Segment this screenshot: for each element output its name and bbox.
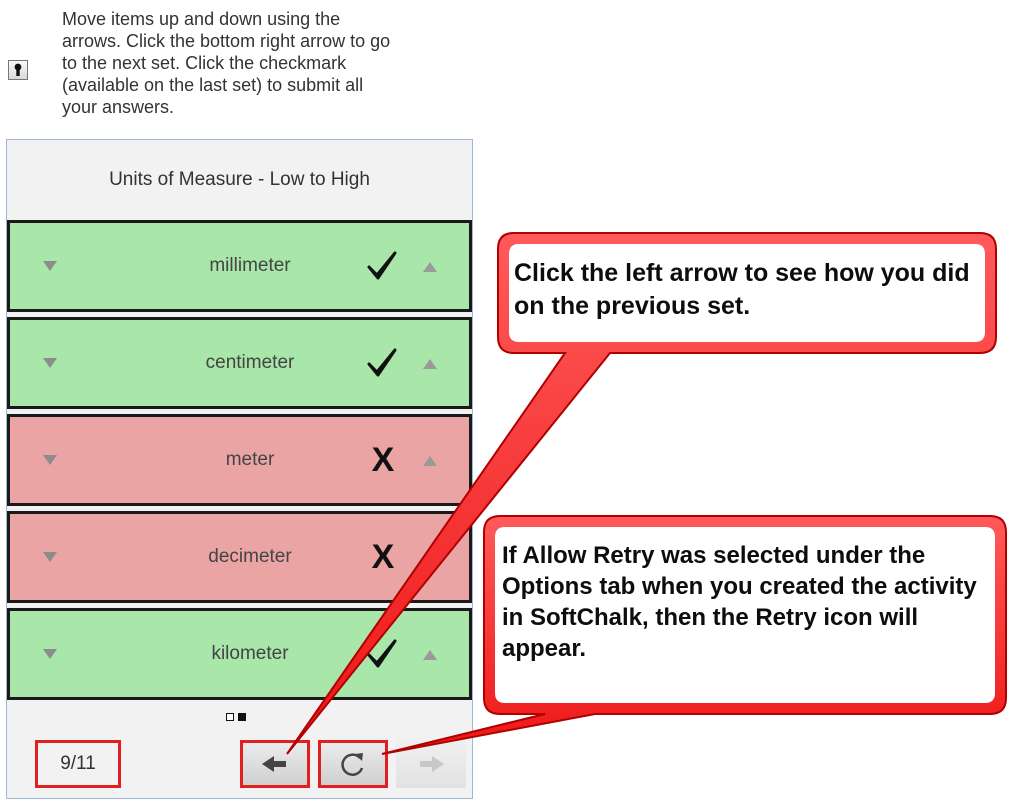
sortable-item[interactable]: decimeter X xyxy=(7,511,472,603)
right-arrow-icon xyxy=(420,756,444,772)
keyhole-icon xyxy=(8,60,28,80)
move-up-arrow-icon[interactable] xyxy=(423,650,437,660)
instructions-line: Move items up and down using the xyxy=(62,9,341,29)
checkmark-icon xyxy=(367,639,397,668)
move-down-arrow-icon[interactable] xyxy=(43,261,57,271)
retry-icon xyxy=(341,753,364,776)
move-up-arrow-icon[interactable] xyxy=(423,359,437,369)
item-label: centimeter xyxy=(205,352,295,373)
instructions-text: Move items up and down using the arrows.… xyxy=(62,8,482,118)
pager-dot-current[interactable] xyxy=(238,713,246,721)
item-label: millimeter xyxy=(209,255,291,276)
callout-previous-text: Click the left arrow to see how you did … xyxy=(514,259,970,320)
move-up-arrow-icon[interactable] xyxy=(423,456,437,466)
item-label: meter xyxy=(225,449,275,470)
item-label: kilometer xyxy=(211,643,289,664)
activity-title: Units of Measure - Low to High xyxy=(7,140,472,220)
set-pager xyxy=(226,713,246,725)
question-counter: 9/11 xyxy=(35,740,121,788)
sortable-item[interactable]: meter X xyxy=(7,414,472,506)
incorrect-x-icon: X xyxy=(371,538,395,576)
sortable-item[interactable]: centimeter xyxy=(7,317,472,409)
incorrect-x-icon: X xyxy=(371,441,395,479)
move-down-arrow-icon[interactable] xyxy=(43,552,57,562)
checkmark-icon xyxy=(367,348,397,377)
move-up-arrow-icon[interactable] xyxy=(423,553,437,563)
next-set-button[interactable] xyxy=(396,740,466,788)
previous-set-button[interactable] xyxy=(240,740,310,788)
sortable-item[interactable]: kilometer xyxy=(7,608,472,700)
callout-retry-text: If Allow Retry was selected under the Op… xyxy=(502,542,977,662)
instructions-line: (available on the last set) to submit al… xyxy=(62,75,364,95)
item-label: decimeter xyxy=(208,546,292,567)
navigation-bar: 9/11 xyxy=(7,730,472,798)
ordering-activity: Units of Measure - Low to High millimete… xyxy=(6,139,473,799)
pager-dot[interactable] xyxy=(226,713,234,721)
checkmark-icon xyxy=(367,251,397,280)
move-down-arrow-icon[interactable] xyxy=(43,455,57,465)
move-down-arrow-icon[interactable] xyxy=(43,358,57,368)
sortable-item[interactable]: millimeter xyxy=(7,220,472,312)
left-arrow-icon xyxy=(262,756,286,772)
instructions-line: arrows. Click the bottom right arrow to … xyxy=(62,31,391,51)
move-up-arrow-icon[interactable] xyxy=(423,262,437,272)
instructions-line: to the next set. Click the checkmark xyxy=(62,53,347,73)
instructions-line: your answers. xyxy=(62,97,175,117)
retry-button[interactable] xyxy=(318,740,388,788)
move-down-arrow-icon[interactable] xyxy=(43,649,57,659)
